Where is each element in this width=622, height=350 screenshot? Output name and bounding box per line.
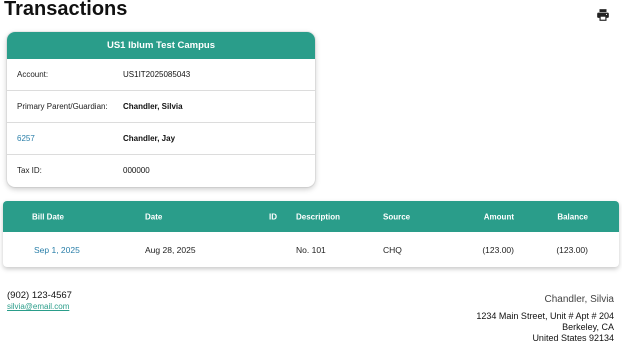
col-date[interactable]: Date (145, 212, 162, 221)
guardian-row: Primary Parent/Guardian: Chandler, Silvi… (7, 91, 315, 123)
student-row: 6257 Chandler, Jay (7, 123, 315, 155)
tax-id-label: Tax ID: (17, 166, 42, 175)
tax-id-row: Tax ID: 000000 (7, 155, 315, 186)
account-card: US1 Iblum Test Campus Account: US1IT2025… (7, 32, 315, 187)
date-cell: Aug 28, 2025 (145, 244, 196, 255)
contact-phone: (902) 123-4567 (7, 290, 72, 301)
source-cell: CHQ (383, 244, 402, 255)
col-bill-date[interactable]: Bill Date (32, 212, 64, 221)
campus-header: US1 Iblum Test Campus (7, 32, 315, 59)
col-amount[interactable]: Amount (484, 212, 514, 221)
student-name: Chandler, Jay (123, 134, 176, 143)
col-balance[interactable]: Balance (557, 212, 588, 221)
col-description[interactable]: Description (296, 212, 340, 221)
description-cell: No. 101 (296, 244, 326, 255)
contact-email-link[interactable]: silvia@email.com (7, 302, 69, 311)
table-header: Bill Date Date ID Description Source Amo… (3, 201, 619, 232)
bill-date-link[interactable]: Sep 1, 2025 (34, 245, 80, 255)
balance-cell: (123.00) (556, 244, 588, 255)
amount-cell: (123.00) (482, 244, 514, 255)
address-name: Chandler, Silvia (544, 294, 614, 305)
transactions-table: Bill Date Date ID Description Source Amo… (3, 201, 619, 267)
address-line-2: Berkeley, CA (562, 322, 614, 332)
address-line-1: 1234 Main Street, Unit # Apt # 204 (476, 311, 614, 321)
address-line-3: United States 92134 (532, 333, 614, 343)
student-id-link[interactable]: 6257 (7, 134, 123, 143)
account-value: US1IT2025085043 (123, 70, 191, 79)
account-row: Account: US1IT2025085043 (7, 59, 315, 91)
page-title: Transactions (4, 0, 128, 20)
printer-icon[interactable] (596, 8, 610, 22)
col-id[interactable]: ID (269, 212, 277, 221)
col-source[interactable]: Source (383, 212, 410, 221)
account-label: Account: (17, 70, 49, 79)
table-row: Sep 1, 2025 Aug 28, 2025 No. 101 CHQ (12… (3, 232, 619, 267)
guardian-value: Chandler, Silvia (123, 102, 183, 111)
guardian-label: Primary Parent/Guardian: (17, 102, 108, 111)
tax-id-value: 000000 (123, 166, 150, 175)
